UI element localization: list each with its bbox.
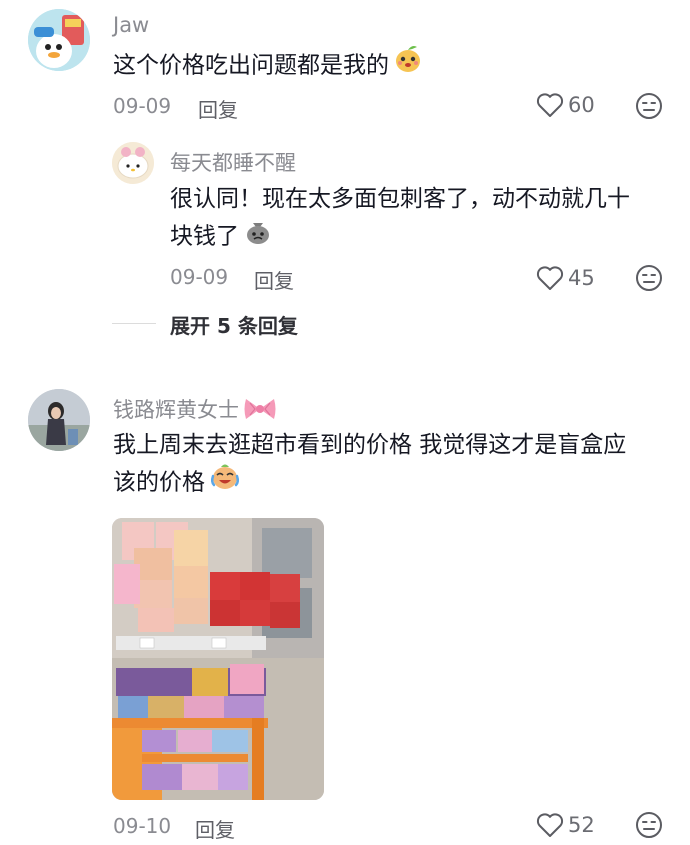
heart-icon: [536, 93, 564, 117]
like-button[interactable]: 52: [536, 812, 595, 838]
expand-divider: [112, 323, 156, 324]
like-count: 60: [568, 93, 595, 117]
username[interactable]: 每天都睡不醒: [170, 147, 296, 177]
avatar[interactable]: [28, 389, 90, 451]
avatar[interactable]: [28, 9, 90, 71]
comment-image[interactable]: [112, 518, 324, 800]
unhappy-face-icon: [636, 93, 662, 119]
dislike-button[interactable]: [635, 92, 663, 124]
unhappy-face-icon: [636, 812, 662, 838]
comment-text: 很认同！现在太多面包刺客了，动不动就几十: [170, 186, 630, 212]
unhappy-face-icon: [636, 265, 662, 291]
heart-icon: [536, 266, 564, 290]
comment-text: 我上周末去逛超市看到的价格 我觉得这才是盲盒应: [113, 432, 627, 458]
like-button[interactable]: 60: [536, 92, 595, 118]
comment-text: 这个价格吃出问题都是我的: [113, 44, 423, 88]
comment-date: 09-09: [113, 94, 172, 118]
reply-button[interactable]: 回复: [198, 94, 238, 123]
username[interactable]: Jaw: [113, 13, 149, 37]
pear-face-emoji-icon: [393, 44, 423, 88]
like-button[interactable]: 45: [536, 265, 595, 291]
like-count: 52: [568, 813, 595, 837]
like-count: 45: [568, 266, 595, 290]
comment-date: 09-09: [170, 265, 229, 289]
reply-button[interactable]: 回复: [195, 814, 235, 843]
dislike-button[interactable]: [635, 264, 663, 296]
username[interactable]: 钱路辉黄女士: [113, 394, 277, 427]
comment-date: 09-10: [113, 814, 172, 838]
comment-text: 块钱了: [170, 215, 273, 259]
comment-text: 该的价格: [113, 461, 241, 505]
heart-icon: [536, 813, 564, 837]
avatar[interactable]: [112, 142, 154, 184]
money-bag-emoji-icon: [243, 215, 273, 259]
crying-laughing-emoji-icon: [209, 461, 241, 505]
reply-button[interactable]: 回复: [254, 265, 294, 294]
pink-bow-icon: [243, 396, 277, 427]
dislike-button[interactable]: [635, 811, 663, 843]
expand-replies-button[interactable]: 展开 5 条回复: [170, 310, 298, 339]
